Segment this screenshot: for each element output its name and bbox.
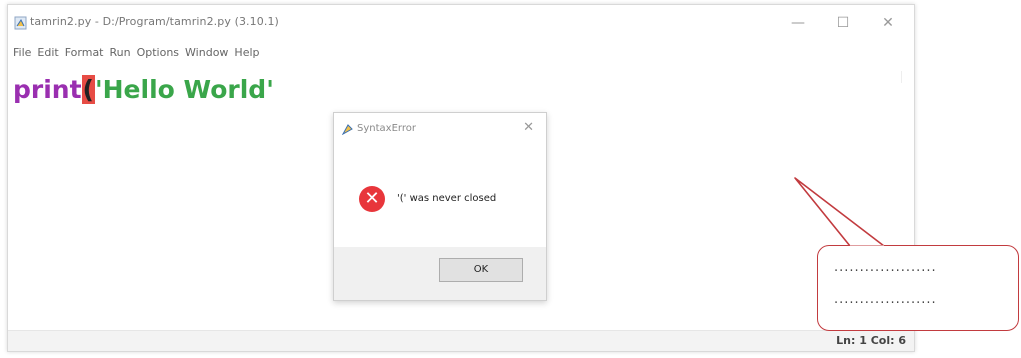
menu-help[interactable]: Help bbox=[234, 43, 259, 63]
menu-options[interactable]: Options bbox=[137, 43, 179, 63]
python-feather-icon bbox=[342, 124, 353, 135]
cursor-position: Ln: 1 Col: 6 bbox=[836, 334, 906, 347]
maximize-button[interactable]: ☐ bbox=[823, 13, 863, 33]
title-bar: tamrin2.py - D:/Program/tamrin2.py (3.10… bbox=[8, 5, 914, 39]
menu-edit[interactable]: Edit bbox=[37, 43, 58, 63]
highlighted-paren: ( bbox=[81, 75, 95, 104]
code-string: 'Hello World' bbox=[94, 75, 274, 104]
dialog-title: SyntaxError bbox=[357, 123, 416, 134]
code-line: print('Hello World' bbox=[13, 75, 274, 104]
menu-bar: File Edit Format Run Options Window Help bbox=[8, 41, 914, 61]
close-button[interactable]: ✕ bbox=[868, 13, 908, 33]
error-message: '(' was never closed bbox=[397, 193, 497, 204]
error-icon: ✕ bbox=[359, 186, 385, 212]
ok-button[interactable]: OK bbox=[439, 258, 523, 282]
scrollbar[interactable] bbox=[901, 71, 914, 83]
dialog-footer: OK bbox=[334, 247, 546, 300]
dialog-close-icon[interactable]: ✕ bbox=[523, 120, 534, 135]
menu-run[interactable]: Run bbox=[110, 43, 131, 63]
python-file-icon bbox=[14, 16, 27, 30]
dialog-body: ✕ '(' was never closed bbox=[334, 149, 546, 247]
menu-file[interactable]: File bbox=[13, 43, 31, 63]
menu-format[interactable]: Format bbox=[65, 43, 104, 63]
code-keyword: print bbox=[13, 75, 82, 104]
syntax-error-dialog: SyntaxError ✕ ✕ '(' was never closed OK bbox=[333, 112, 547, 301]
window-title: tamrin2.py - D:/Program/tamrin2.py (3.10… bbox=[30, 15, 279, 28]
minimize-button[interactable]: — bbox=[778, 13, 818, 33]
menu-window[interactable]: Window bbox=[185, 43, 228, 63]
status-bar: Ln: 1 Col: 6 bbox=[8, 330, 914, 351]
